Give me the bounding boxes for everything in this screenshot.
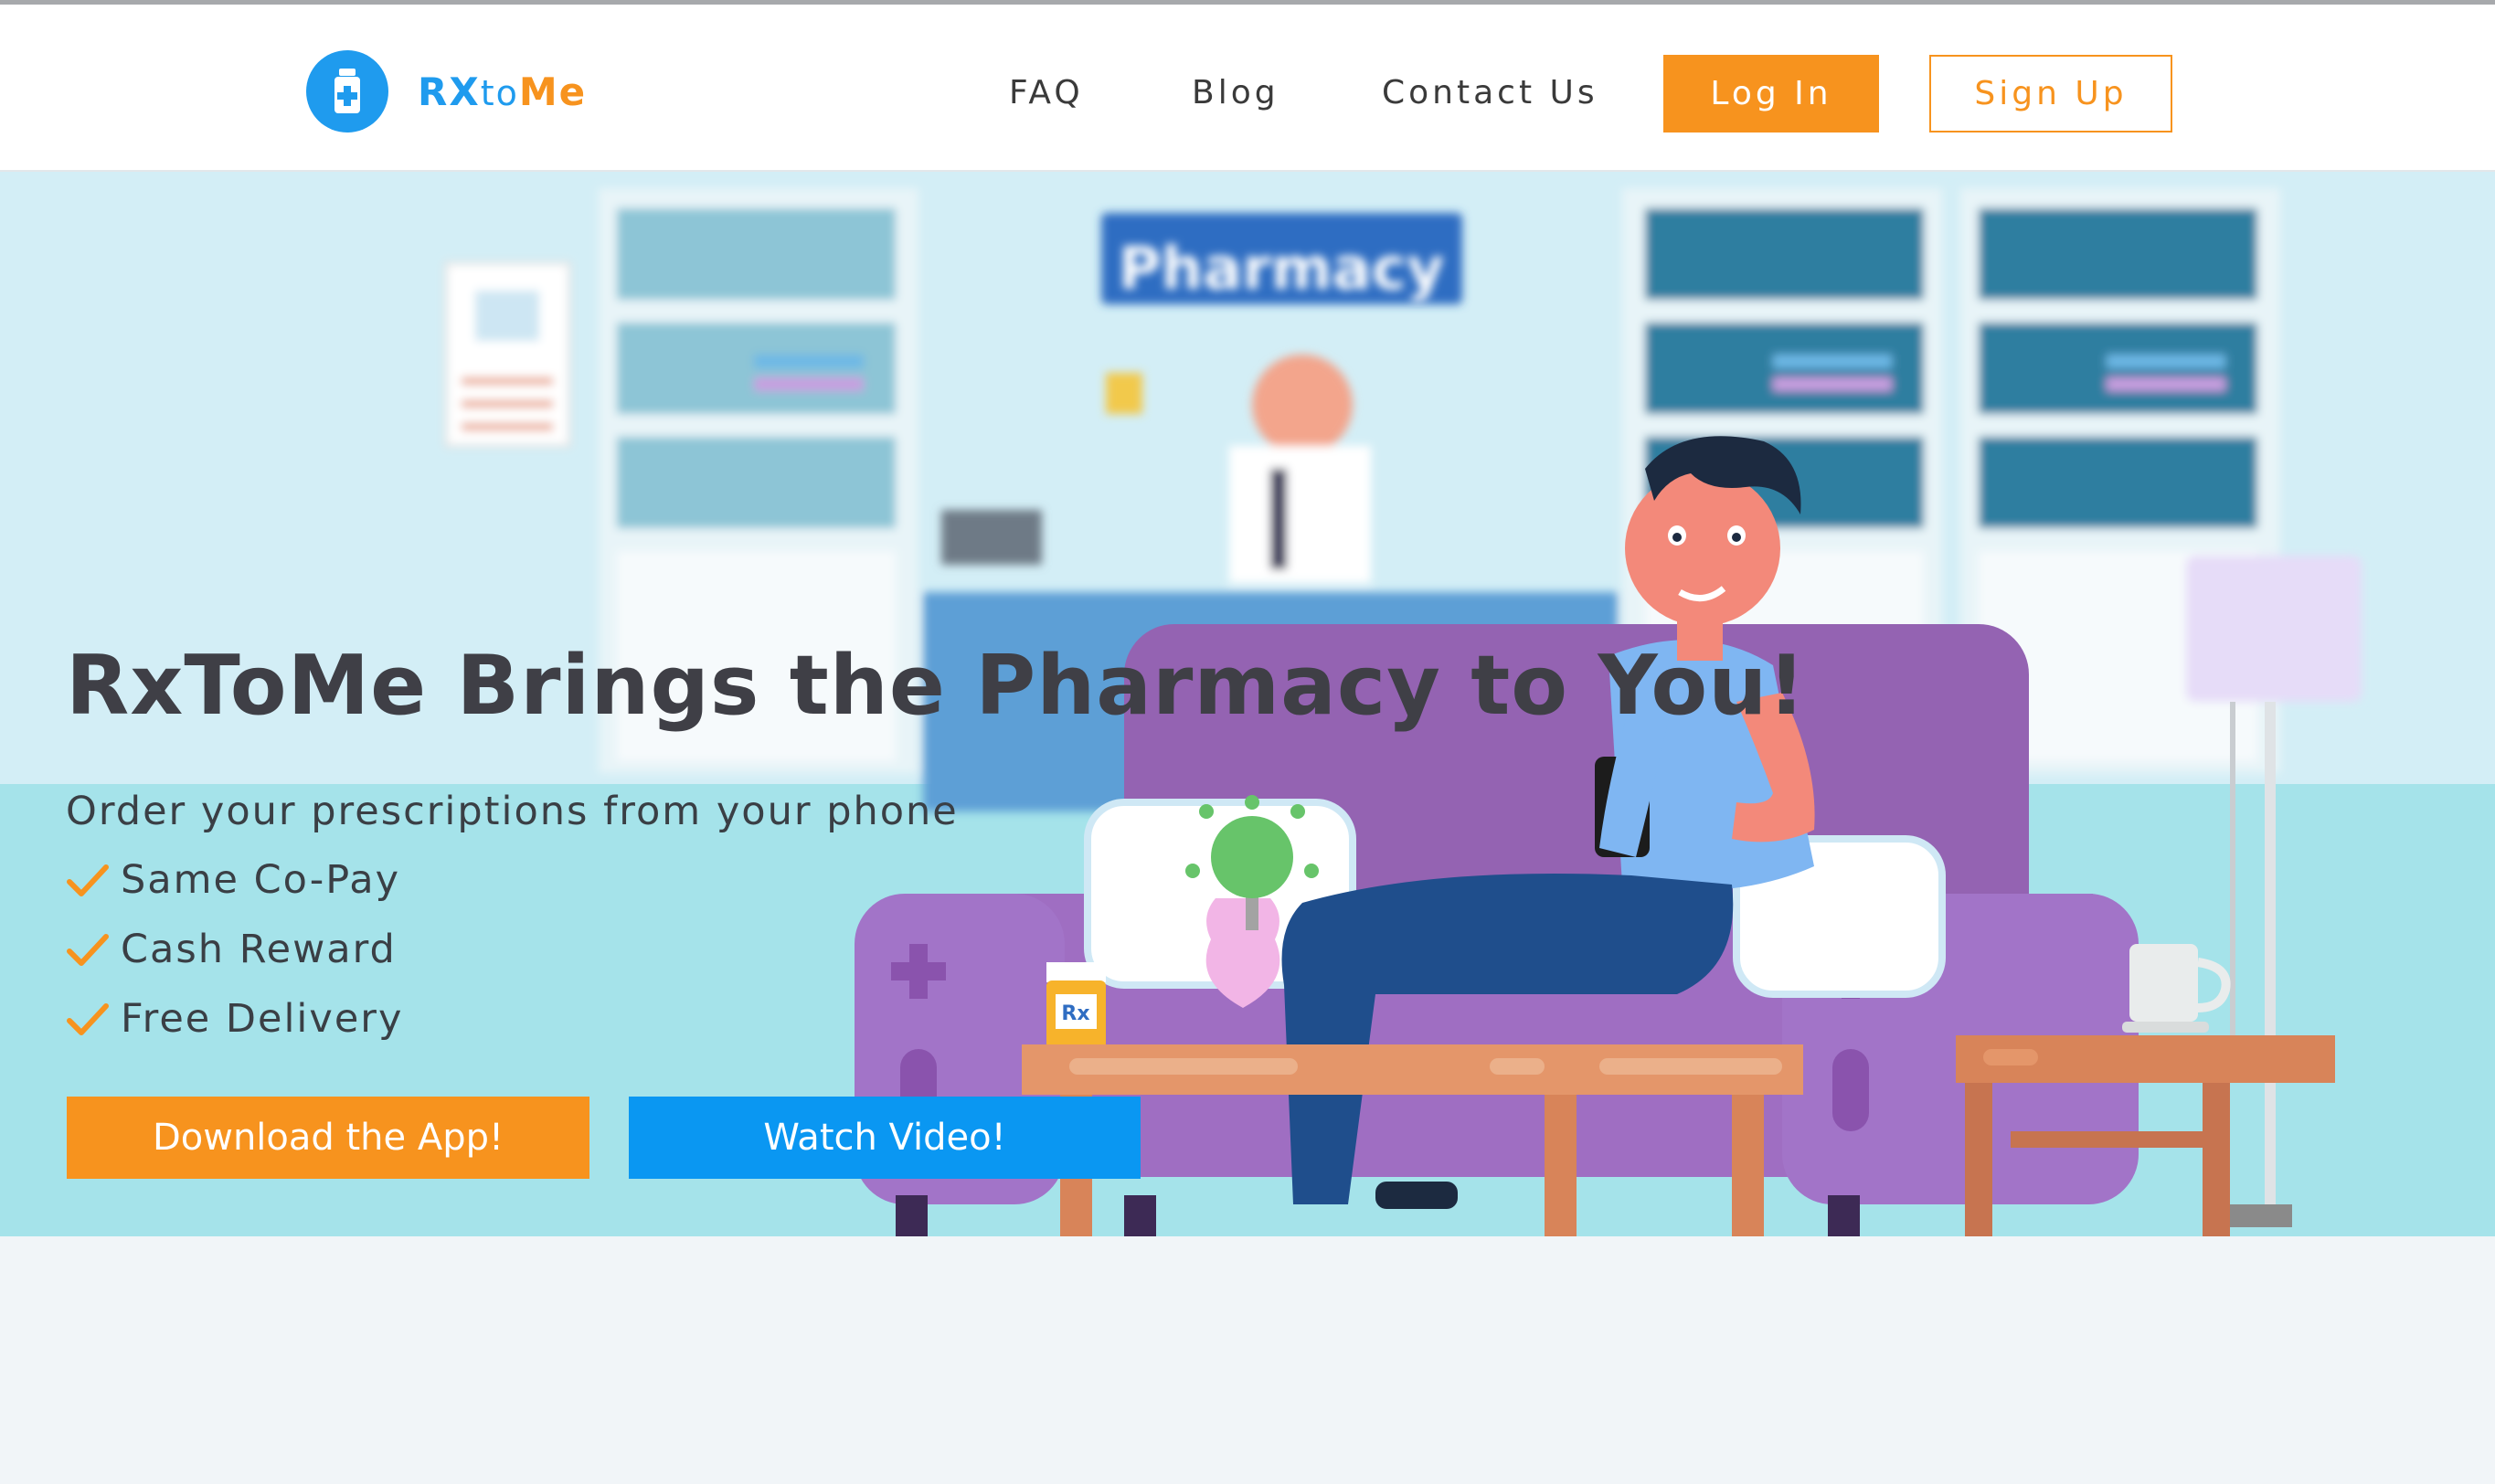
pharmacy-sign-text: Pharmacy xyxy=(1119,236,1445,303)
brand-name-part1: RX xyxy=(418,69,481,114)
feature-item: Cash Reward xyxy=(66,927,397,972)
nav-contact-us[interactable]: Contact Us xyxy=(1382,74,1598,111)
checkmark-icon xyxy=(67,1003,109,1035)
login-button[interactable]: Log In xyxy=(1663,55,1879,132)
pill-bottle-icon xyxy=(306,50,388,132)
hero-subtitle: Order your prescriptions from your phone xyxy=(66,789,959,834)
feature-label: Same Co-Pay xyxy=(121,857,401,903)
nav-faq[interactable]: FAQ xyxy=(1009,74,1084,111)
feature-item: Free Delivery xyxy=(66,996,403,1042)
download-app-button[interactable]: Download the App! xyxy=(67,1097,589,1179)
rx-bottle-label: Rx xyxy=(1061,1002,1089,1025)
site-header: RXtoMe FAQ Blog Contact Us Log In Sign U… xyxy=(0,5,2495,172)
hero-title: RxToMe Brings the Pharmacy to You! xyxy=(66,638,1807,734)
brand-name-part2: to xyxy=(480,72,519,113)
hero-section: Pharmacy Rx RxToMe Brings the Pharmacy t… xyxy=(0,172,2495,1236)
brand-name-part3: Me xyxy=(518,69,588,114)
logo[interactable]: RXtoMe xyxy=(306,50,587,132)
feature-label: Free Delivery xyxy=(121,996,404,1042)
feature-item: Same Co-Pay xyxy=(66,857,400,903)
signup-button[interactable]: Sign Up xyxy=(1929,55,2172,132)
nav-blog[interactable]: Blog xyxy=(1192,74,1279,111)
checkmark-icon xyxy=(67,864,109,896)
watch-video-button[interactable]: Watch Video! xyxy=(629,1097,1141,1179)
feature-label: Cash Reward xyxy=(121,927,397,972)
brand-name: RXtoMe xyxy=(418,69,587,114)
checkmark-icon xyxy=(67,934,109,966)
